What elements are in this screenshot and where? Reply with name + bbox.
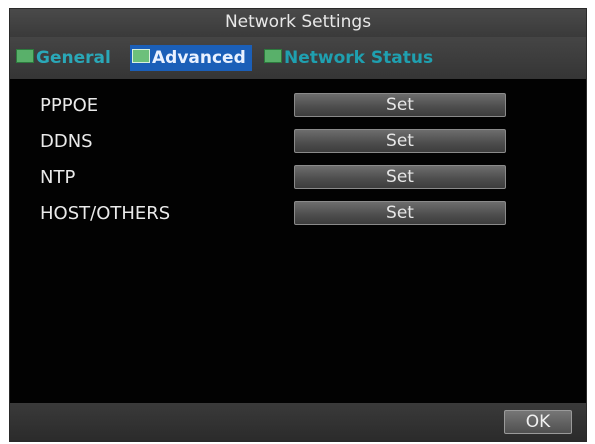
ntp-set-button[interactable]: Set	[294, 165, 506, 189]
tab-bar: General Advanced Network Status	[10, 37, 586, 79]
host-others-set-button[interactable]: Set	[294, 201, 506, 225]
row-pppoe: PPPOE Set	[10, 93, 586, 119]
row-host-others: HOST/OTHERS Set	[10, 201, 586, 227]
window-title: Network Settings	[10, 9, 586, 37]
bottom-bar: OK	[10, 403, 586, 441]
ddns-set-button[interactable]: Set	[294, 129, 506, 153]
pppoe-label: PPPOE	[40, 95, 99, 116]
tab-icon	[16, 49, 34, 63]
tab-icon	[132, 49, 150, 63]
tab-network-status-label: Network Status	[284, 48, 434, 68]
row-ntp: NTP Set	[10, 165, 586, 191]
pppoe-set-button[interactable]: Set	[294, 93, 506, 117]
host-others-label: HOST/OTHERS	[40, 203, 171, 224]
advanced-panel: PPPOE Set DDNS Set NTP Set HOST/OTHERS S…	[10, 79, 586, 405]
network-settings-window: Network Settings General Advanced Networ…	[9, 8, 587, 442]
row-ddns: DDNS Set	[10, 129, 586, 155]
tab-general-label: General	[36, 48, 111, 68]
ok-button[interactable]: OK	[504, 410, 572, 434]
ntp-label: NTP	[40, 167, 76, 188]
tab-advanced[interactable]: Advanced	[130, 45, 252, 71]
tab-network-status[interactable]: Network Status	[262, 45, 439, 71]
tab-icon	[264, 49, 282, 63]
ddns-label: DDNS	[40, 131, 93, 152]
tab-general[interactable]: General	[14, 45, 117, 71]
tab-advanced-label: Advanced	[152, 48, 246, 68]
